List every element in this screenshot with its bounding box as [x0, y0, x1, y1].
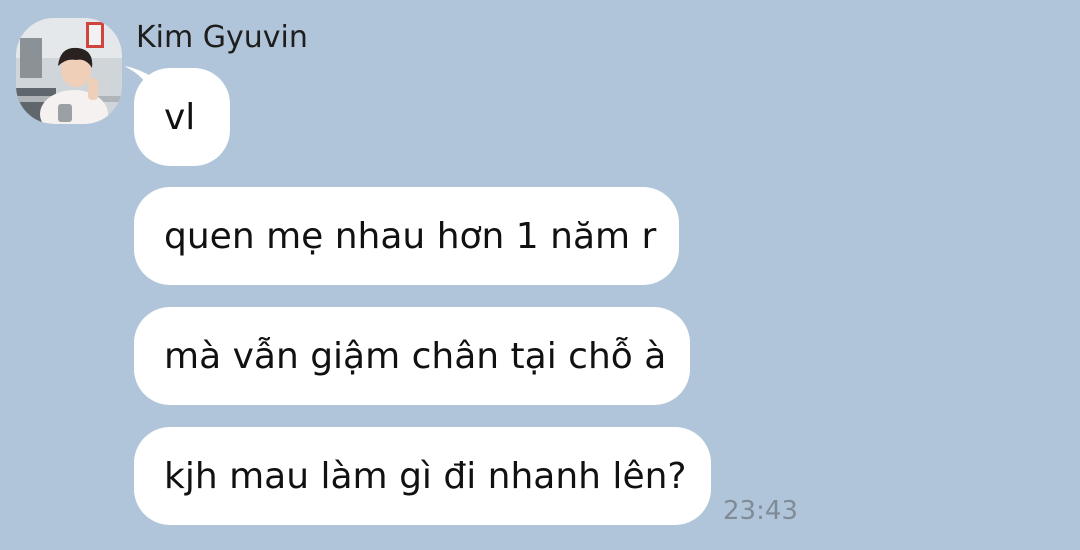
message-bubble[interactable]: vl: [134, 68, 230, 166]
message-text: mà vẫn giậm chân tại chỗ à: [164, 335, 667, 377]
message-text: quen mẹ nhau hơn 1 năm r: [164, 215, 657, 257]
profile-photo-icon: [16, 18, 122, 124]
message-bubble[interactable]: kjh mau làm gì đi nhanh lên?: [134, 427, 711, 525]
message-text: kjh mau làm gì đi nhanh lên?: [164, 455, 687, 497]
message-timestamp: 23:43: [723, 496, 798, 526]
sender-avatar[interactable]: [16, 18, 122, 124]
chat-conversation: Kim Gyuvin vl quen mẹ nhau hơn 1 năm r m…: [0, 0, 1080, 550]
sender-name: Kim Gyuvin: [136, 20, 308, 55]
message-text: vl: [164, 96, 196, 138]
message-bubble[interactable]: quen mẹ nhau hơn 1 năm r: [134, 187, 679, 285]
message-bubble[interactable]: mà vẫn giậm chân tại chỗ à: [134, 307, 690, 405]
